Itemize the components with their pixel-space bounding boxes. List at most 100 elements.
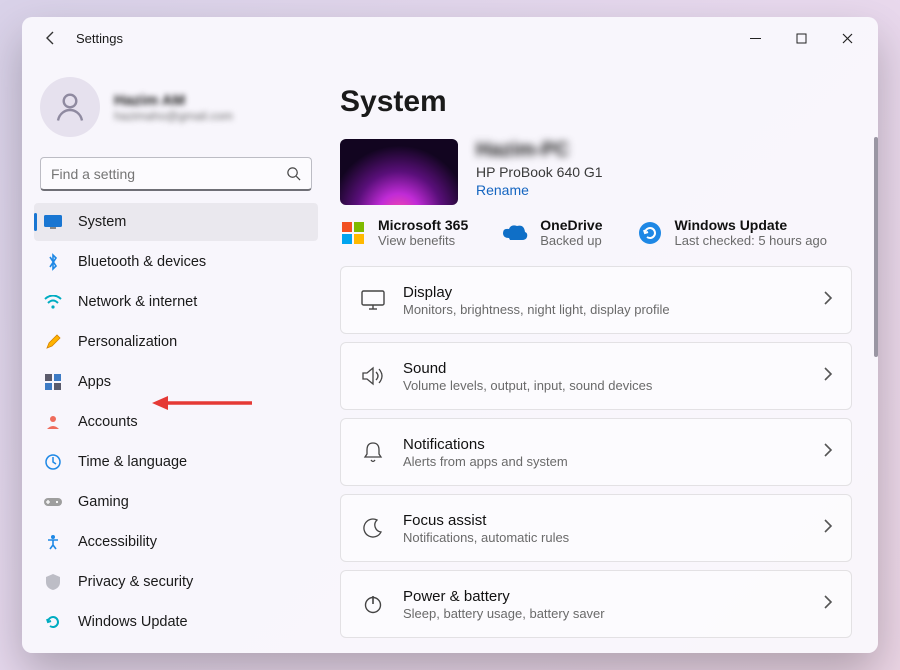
sidebar: Hazim AM hazimaho@gmail.com System Bluet… xyxy=(22,59,330,653)
close-icon xyxy=(842,33,853,44)
quicklink-sub: View benefits xyxy=(378,233,468,248)
wallpaper-thumb xyxy=(340,139,458,205)
close-button[interactable] xyxy=(824,22,870,54)
search-icon xyxy=(286,166,301,181)
chevron-right-icon xyxy=(823,291,833,310)
brush-icon xyxy=(44,333,62,351)
chevron-right-icon xyxy=(823,443,833,462)
quicklink-windows-update[interactable]: Windows UpdateLast checked: 5 hours ago xyxy=(637,217,828,248)
sidebar-item-label: Time & language xyxy=(78,454,187,470)
quicklink-onedrive[interactable]: OneDriveBacked up xyxy=(502,217,602,248)
apps-icon xyxy=(44,373,62,391)
sidebar-item-gaming[interactable]: Gaming xyxy=(34,483,318,521)
minimize-button[interactable] xyxy=(732,22,778,54)
account-icon xyxy=(44,413,62,431)
bell-icon xyxy=(355,441,391,463)
sidebar-item-label: Apps xyxy=(78,374,111,390)
profile-block[interactable]: Hazim AM hazimaho@gmail.com xyxy=(22,59,330,147)
sidebar-item-time-language[interactable]: Time & language xyxy=(34,443,318,481)
bluetooth-icon xyxy=(44,253,62,271)
back-arrow-icon xyxy=(43,30,59,46)
update-icon xyxy=(44,613,62,631)
sidebar-nav: System Bluetooth & devices Network & int… xyxy=(22,203,330,643)
pc-name: Hazim-PC xyxy=(476,139,603,162)
accessibility-icon xyxy=(44,533,62,551)
chevron-right-icon xyxy=(823,367,833,386)
sidebar-item-windows-update[interactable]: Windows Update xyxy=(34,603,318,641)
quicklinks-row: Microsoft 365View benefits OneDriveBacke… xyxy=(340,217,852,248)
window-title: Settings xyxy=(76,31,123,46)
pc-summary: Hazim-PC HP ProBook 640 G1 Rename xyxy=(340,139,852,205)
moon-icon xyxy=(355,518,391,538)
card-display[interactable]: DisplayMonitors, brightness, night light… xyxy=(340,266,852,334)
page-title: System xyxy=(340,85,852,119)
chevron-right-icon xyxy=(823,595,833,614)
sidebar-item-label: Accessibility xyxy=(78,534,157,550)
display-icon xyxy=(355,290,391,310)
scrollbar-thumb[interactable] xyxy=(874,137,878,357)
rename-link[interactable]: Rename xyxy=(476,182,603,198)
titlebar: Settings xyxy=(22,17,878,59)
sidebar-item-personalization[interactable]: Personalization xyxy=(34,323,318,361)
microsoft-icon xyxy=(340,220,366,246)
avatar xyxy=(40,77,100,137)
card-title: Focus assist xyxy=(403,512,569,529)
power-icon xyxy=(355,594,391,614)
card-power-battery[interactable]: Power & batterySleep, battery usage, bat… xyxy=(340,570,852,638)
gamepad-icon xyxy=(44,493,62,511)
card-title: Sound xyxy=(403,360,652,377)
profile-text: Hazim AM hazimaho@gmail.com xyxy=(114,92,233,123)
globe-clock-icon xyxy=(44,453,62,471)
sidebar-item-label: Bluetooth & devices xyxy=(78,254,206,270)
minimize-icon xyxy=(750,33,761,44)
shield-icon xyxy=(44,573,62,591)
system-icon xyxy=(44,213,62,231)
search-input[interactable] xyxy=(51,166,286,182)
sidebar-item-network[interactable]: Network & internet xyxy=(34,283,318,321)
search-box[interactable] xyxy=(40,157,312,191)
wifi-icon xyxy=(44,293,62,311)
card-focus-assist[interactable]: Focus assistNotifications, automatic rul… xyxy=(340,494,852,562)
sidebar-item-bluetooth[interactable]: Bluetooth & devices xyxy=(34,243,318,281)
card-title: Power & battery xyxy=(403,588,605,605)
back-button[interactable] xyxy=(34,21,68,55)
sidebar-item-label: Accounts xyxy=(78,414,138,430)
sidebar-item-label: Gaming xyxy=(78,494,129,510)
card-sub: Monitors, brightness, night light, displ… xyxy=(403,302,670,317)
sidebar-item-privacy[interactable]: Privacy & security xyxy=(34,563,318,601)
quicklink-microsoft365[interactable]: Microsoft 365View benefits xyxy=(340,217,468,248)
card-sound[interactable]: SoundVolume levels, output, input, sound… xyxy=(340,342,852,410)
card-title: Notifications xyxy=(403,436,568,453)
quicklink-title: Microsoft 365 xyxy=(378,217,468,233)
quicklink-sub: Backed up xyxy=(540,233,602,248)
card-sub: Notifications, automatic rules xyxy=(403,530,569,545)
sound-icon xyxy=(355,366,391,386)
sidebar-item-system[interactable]: System xyxy=(34,203,318,241)
maximize-icon xyxy=(796,33,807,44)
sidebar-item-apps[interactable]: Apps xyxy=(34,363,318,401)
settings-window: Settings Hazim AM hazimaho@gmail.com xyxy=(22,17,878,653)
sidebar-item-label: Personalization xyxy=(78,334,177,350)
main-panel: System Hazim-PC HP ProBook 640 G1 Rename… xyxy=(330,59,878,653)
chevron-right-icon xyxy=(823,519,833,538)
window-controls xyxy=(732,22,870,54)
card-notifications[interactable]: NotificationsAlerts from apps and system xyxy=(340,418,852,486)
sidebar-item-label: Network & internet xyxy=(78,294,197,310)
pc-info: Hazim-PC HP ProBook 640 G1 Rename xyxy=(476,139,603,198)
sidebar-item-label: System xyxy=(78,214,126,230)
sidebar-item-label: Windows Update xyxy=(78,614,188,630)
profile-email: hazimaho@gmail.com xyxy=(114,109,233,123)
sidebar-item-accounts[interactable]: Accounts xyxy=(34,403,318,441)
onedrive-icon xyxy=(502,220,528,246)
card-sub: Alerts from apps and system xyxy=(403,454,568,469)
sidebar-item-accessibility[interactable]: Accessibility xyxy=(34,523,318,561)
maximize-button[interactable] xyxy=(778,22,824,54)
card-sub: Sleep, battery usage, battery saver xyxy=(403,606,605,621)
pc-model: HP ProBook 640 G1 xyxy=(476,164,603,180)
sidebar-item-label: Privacy & security xyxy=(78,574,193,590)
quicklink-title: OneDrive xyxy=(540,217,602,233)
person-icon xyxy=(52,89,88,125)
card-title: Display xyxy=(403,284,670,301)
quicklink-title: Windows Update xyxy=(675,217,828,233)
update-circle-icon xyxy=(637,220,663,246)
